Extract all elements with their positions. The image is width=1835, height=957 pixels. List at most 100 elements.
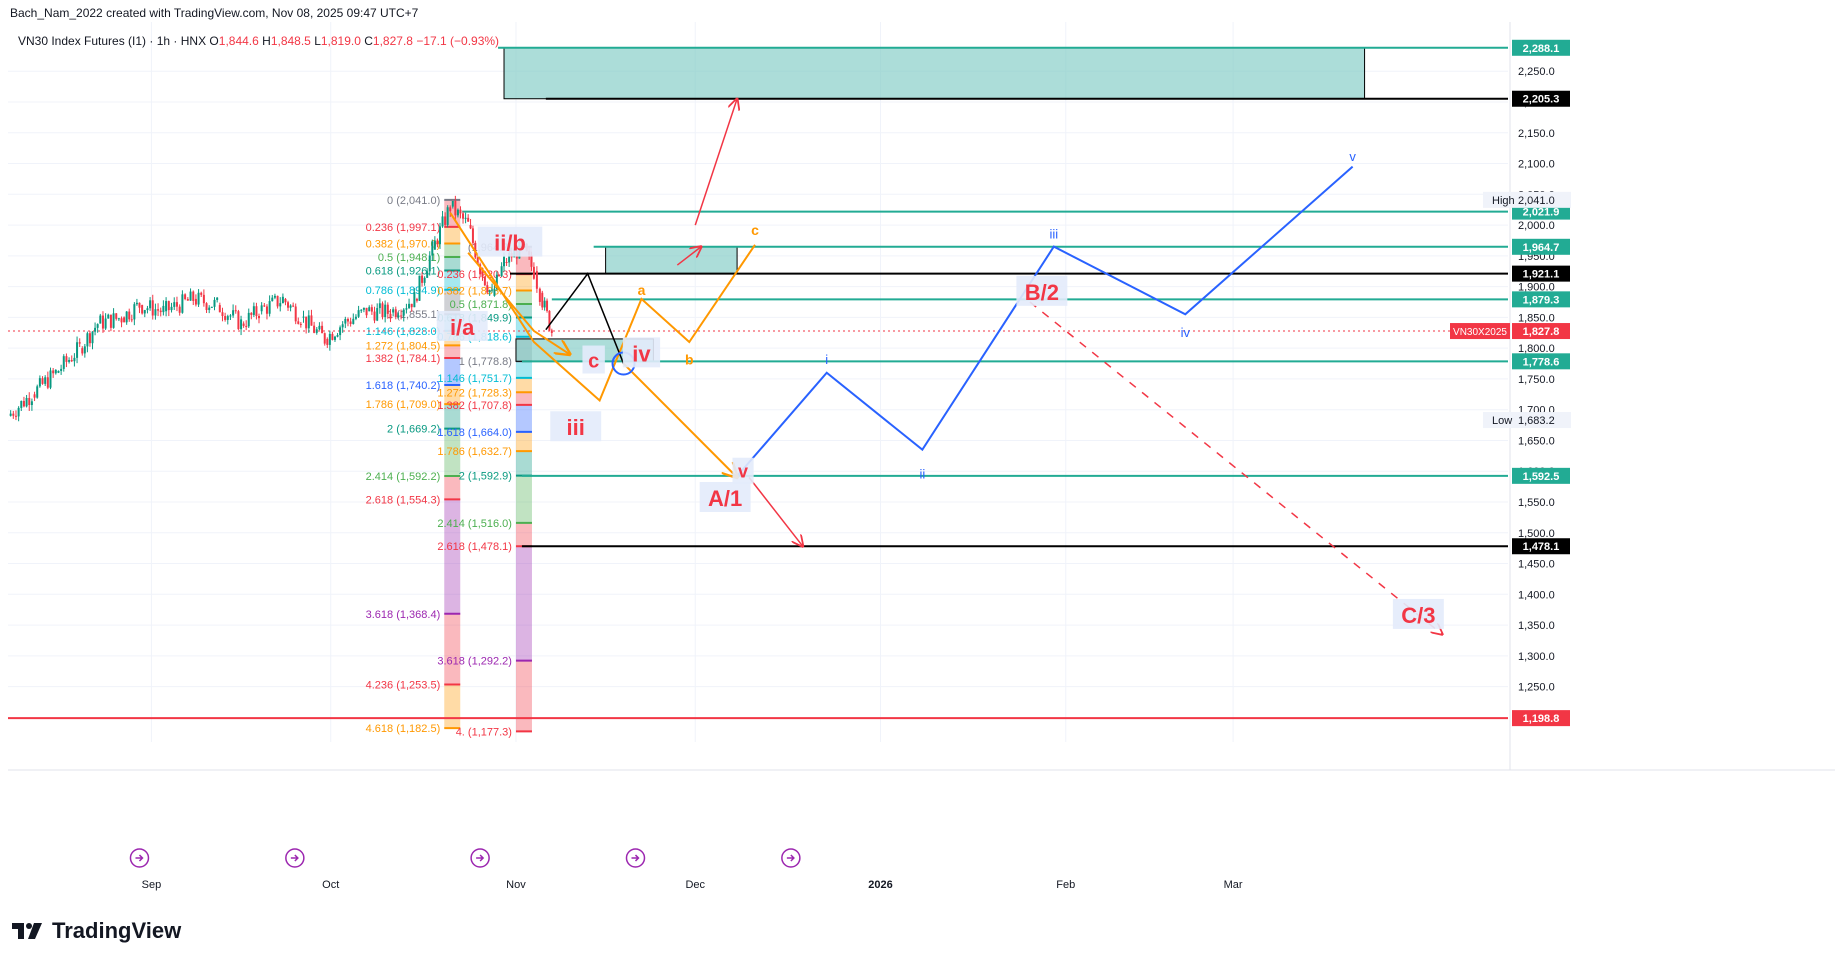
price-chart[interactable]: 1,250.0 1,300.0 1,350.0 1,400.0 1,450.0 1,500…: [0, 0, 1835, 957]
candle-body: [323, 333, 326, 344]
x-tick-label: Nov: [506, 879, 526, 891]
candle-body: [365, 307, 368, 316]
candle-body: [192, 291, 195, 301]
candle-body: [115, 313, 118, 319]
low-tag-value: 1,683.2: [1518, 415, 1555, 427]
candle-body: [210, 306, 213, 308]
y-tick-label: 2,150.0: [1518, 128, 1555, 140]
candle-body: [178, 306, 181, 313]
candle-body: [162, 305, 165, 313]
candle-body: [389, 313, 392, 319]
symbol-legend[interactable]: VN30 Index Futures (I1) · 1h · HNX O1,84…: [18, 34, 499, 48]
candle-body: [413, 292, 416, 308]
candle-body: [368, 307, 371, 312]
candle-body: [349, 321, 352, 324]
wave-label: ii/b: [494, 231, 526, 256]
candle-body: [170, 306, 173, 311]
level-tag: 1,879.3: [1523, 294, 1560, 306]
candle-body: [135, 302, 138, 305]
candle-body: [165, 301, 168, 312]
candle-body: [83, 346, 86, 354]
candle-body: [400, 315, 403, 317]
wave-label: i/a: [450, 315, 475, 340]
level-tag: 2,288.1: [1523, 43, 1560, 55]
candle-body: [265, 306, 268, 314]
candle-body: [141, 305, 144, 314]
candle-body: [287, 302, 290, 308]
ohlc-key-h: H: [258, 34, 271, 48]
candle-body: [444, 216, 447, 225]
candle-body: [41, 378, 44, 384]
candle-body: [138, 302, 141, 308]
candle-body: [441, 216, 444, 227]
y-tick-label: 1,650.0: [1518, 435, 1555, 447]
candle-body: [221, 312, 224, 317]
candle-body: [548, 310, 551, 331]
tradingview-brand[interactable]: TradingView: [12, 918, 181, 944]
candle-body: [86, 333, 89, 347]
candle-body: [151, 300, 154, 316]
candle-body: [96, 324, 99, 328]
level-tag: 1,478.1: [1523, 541, 1560, 553]
price-change: −17.1 (−0.93%): [416, 34, 500, 48]
candle-body: [321, 325, 324, 334]
candle-body: [242, 323, 245, 326]
candle-body: [281, 296, 284, 304]
y-tick-label: 1,300.0: [1518, 651, 1555, 663]
candle-body: [357, 310, 360, 317]
candle-body: [107, 314, 110, 319]
candle-body: [9, 413, 12, 416]
candle-body: [550, 330, 553, 333]
candle-body: [313, 325, 316, 333]
wave-label: A/1: [708, 486, 742, 511]
candle-body: [14, 415, 17, 417]
candle-body: [146, 308, 149, 311]
candle-body: [240, 319, 243, 330]
candle-body: [117, 318, 120, 320]
candle-body: [216, 297, 219, 300]
level-tag: 2,205.3: [1523, 94, 1560, 106]
symbol-name[interactable]: VN30 Index Futures (I1) · 1h · HNX: [18, 34, 206, 48]
candle-body: [205, 303, 208, 311]
y-tick-label: 1,850.0: [1518, 312, 1555, 324]
wave-label: iv: [1181, 325, 1191, 340]
candle-body: [307, 315, 310, 329]
candle-body: [194, 298, 197, 305]
level-tag: 1,592.5: [1523, 471, 1560, 483]
ohlc-value-h: 1,848.5: [270, 34, 311, 48]
candle-body: [464, 217, 467, 219]
wave-label: b: [685, 351, 694, 367]
fib_left-level-label: 1.618 (1,740.2): [366, 380, 441, 392]
candle-body: [392, 309, 395, 313]
candle-body: [154, 309, 157, 316]
y-tick-label: 1,350.0: [1518, 620, 1555, 632]
level-tag: 1,921.1: [1523, 269, 1560, 281]
candle-body: [344, 318, 347, 324]
candle-body: [423, 277, 426, 283]
fib_left-level-label: 2.618 (1,554.3): [366, 494, 441, 506]
candle-body: [346, 318, 349, 322]
candle-body: [112, 313, 115, 328]
candle-body: [530, 255, 533, 267]
fib_right-zone: [515, 660, 532, 732]
fib_left-zone: [444, 684, 461, 729]
candle-body: [268, 301, 271, 314]
candle-body: [276, 295, 279, 307]
candle-body: [315, 329, 318, 333]
fib_right-level-label: 2.618 (1,478.1): [437, 541, 512, 553]
tradingview-logo-icon: [12, 923, 42, 939]
fib_left-level-label: 3.618 (1,368.4): [366, 609, 441, 621]
fib_left-level-label: 0.236 (1,997.1): [366, 222, 441, 234]
fib_right-level-label: 2.414 (1,516.0): [437, 518, 512, 530]
candle-body: [181, 294, 184, 313]
candle-body: [394, 309, 397, 317]
candle-body: [302, 316, 305, 318]
level-tag: 2,021.9: [1523, 207, 1560, 219]
fib_right-level-label: 1 (1,778.8): [459, 356, 512, 368]
candle-body: [25, 397, 28, 407]
fib_left-zone: [444, 226, 461, 244]
candle-body: [336, 335, 339, 337]
candle-body: [252, 306, 255, 315]
candle-body: [402, 309, 405, 316]
candle-body: [226, 316, 229, 320]
